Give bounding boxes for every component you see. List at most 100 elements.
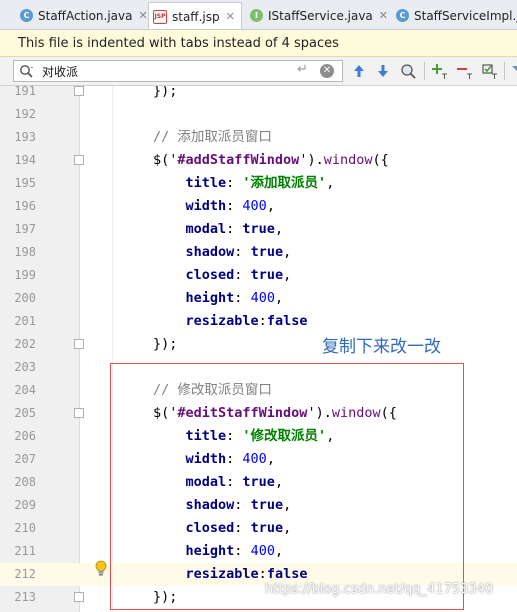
code-text: }); <box>153 333 177 356</box>
jsp-file-icon: JSP <box>153 9 167 24</box>
code-token: '添加取派员' <box>242 175 327 191</box>
fold-marker-icon[interactable] <box>74 155 84 165</box>
tab-istaffservice-java[interactable]: I IStaffService.java ✕ <box>246 3 388 28</box>
search-input[interactable]: 对收派 ↵ ✕ <box>13 60 343 82</box>
line-number: 195 <box>14 176 36 190</box>
code-token: , <box>274 290 284 306</box>
find-bar: 对收派 ↵ ✕ <box>0 57 517 86</box>
fold-marker-icon[interactable] <box>74 408 84 418</box>
code-token: true <box>242 221 275 237</box>
toolbar-separator <box>424 62 425 80</box>
filter-icon <box>512 66 517 75</box>
previous-occurrence-button[interactable] <box>350 62 368 80</box>
code-line[interactable]: 192 <box>0 103 517 126</box>
line-number: 191 <box>14 86 36 98</box>
code-text: resizable:false <box>153 310 308 333</box>
tab-staffserviceimpl-java[interactable]: C StaffServiceImpl.ja <box>392 3 517 28</box>
line-number: 203 <box>14 360 36 374</box>
code-token: , <box>266 198 275 214</box>
code-line[interactable]: 194 $('#addStaffWindow').window({ <box>0 149 517 172</box>
code-line[interactable]: 199 closed: true, <box>0 264 517 287</box>
more-options-button[interactable] <box>509 62 517 80</box>
fold-marker-icon[interactable] <box>74 339 84 349</box>
code-token: true <box>250 244 284 260</box>
code-token: window <box>323 152 373 168</box>
tab-label: StaffServiceImpl.ja <box>414 8 517 23</box>
line-number: 199 <box>14 268 36 282</box>
close-icon[interactable]: ✕ <box>226 10 235 23</box>
select-all-occurrences-button[interactable] <box>481 62 499 80</box>
code-token: , <box>326 175 335 191</box>
code-token: title <box>185 175 227 191</box>
close-icon[interactable]: ✕ <box>379 9 388 22</box>
line-number: 193 <box>14 130 36 144</box>
tab-label: IStaffService.java <box>268 8 373 23</box>
tab-staffaction-java[interactable]: C StaffAction.java ✕ <box>16 3 148 28</box>
code-token: false <box>266 313 308 329</box>
select-all-icon <box>482 64 497 79</box>
java-class-icon: C <box>20 9 33 22</box>
enter-hint-icon: ↵ <box>297 62 308 77</box>
code-line[interactable]: 198 shadow: true, <box>0 241 517 264</box>
code-line[interactable]: 195 title: '添加取派员', <box>0 172 517 195</box>
code-token: height <box>185 290 235 306</box>
lightbulb-icon[interactable] <box>94 560 108 577</box>
code-text: height: 400, <box>153 287 284 310</box>
code-line[interactable]: 201 resizable:false <box>0 310 517 333</box>
arrow-up-icon <box>354 65 364 77</box>
next-occurrence-button[interactable] <box>374 62 392 80</box>
code-text: width: 400, <box>153 195 275 218</box>
search-query[interactable]: 对收派 <box>42 63 78 80</box>
fold-marker-icon[interactable] <box>74 592 84 602</box>
clear-search-icon[interactable]: ✕ <box>320 64 334 78</box>
annotation-box <box>110 363 464 610</box>
close-icon[interactable]: ✕ <box>138 9 147 22</box>
line-number: 201 <box>14 314 36 328</box>
code-token: 400 <box>242 198 267 214</box>
line-number: 206 <box>14 429 36 443</box>
fold-marker-icon[interactable] <box>74 86 84 96</box>
code-token: resizable <box>185 313 259 329</box>
code-editor[interactable]: 191}); 192 193 // 添加取派员窗口 194 $('#addStaffWin… <box>0 86 517 612</box>
code-token: '). <box>299 152 324 168</box>
code-token: // 添加取派员窗口 <box>153 129 272 145</box>
code-text: title: '添加取派员', <box>153 172 335 195</box>
annotation-text: 复制下来改一改 <box>322 337 441 357</box>
code-line[interactable]: 197 modal: true, <box>0 218 517 241</box>
code-token: ({ <box>372 152 389 168</box>
code-token: shadow <box>185 244 235 260</box>
find-all-icon <box>401 64 416 79</box>
code-token: }); <box>153 336 178 352</box>
line-number: 197 <box>14 222 36 236</box>
code-text: closed: true, <box>153 264 292 287</box>
code-token: closed <box>185 267 235 283</box>
line-number: 196 <box>14 199 36 213</box>
code-text: // 添加取派员窗口 <box>153 126 272 149</box>
tab-label: StaffAction.java <box>38 8 133 23</box>
java-class-icon: C <box>396 9 409 22</box>
code-token: : <box>258 313 267 329</box>
code-token: 400 <box>250 290 275 306</box>
find-all-button[interactable] <box>399 62 417 80</box>
code-text: modal: true, <box>153 218 284 241</box>
code-line[interactable]: 193 // 添加取派员窗口 <box>0 126 517 149</box>
code-line[interactable]: 191}); <box>0 86 517 103</box>
code-token: #addStaffWindow <box>177 152 300 168</box>
code-token: $(' <box>153 152 178 168</box>
code-line[interactable]: 196 width: 400, <box>0 195 517 218</box>
code-token: , <box>283 267 292 283</box>
java-interface-icon: I <box>250 9 263 22</box>
add-occurrence-button[interactable] <box>431 62 449 80</box>
search-icon[interactable] <box>19 64 34 79</box>
watermark: https://blog.csdn.net/qq_41753340 <box>265 582 494 597</box>
remove-selection-icon <box>457 68 472 79</box>
tab-staff-jsp[interactable]: JSP staff.jsp ✕ <box>148 2 242 29</box>
code-token: : <box>226 221 243 237</box>
code-line[interactable]: 200 height: 400, <box>0 287 517 310</box>
remove-occurrence-button[interactable] <box>456 62 474 80</box>
